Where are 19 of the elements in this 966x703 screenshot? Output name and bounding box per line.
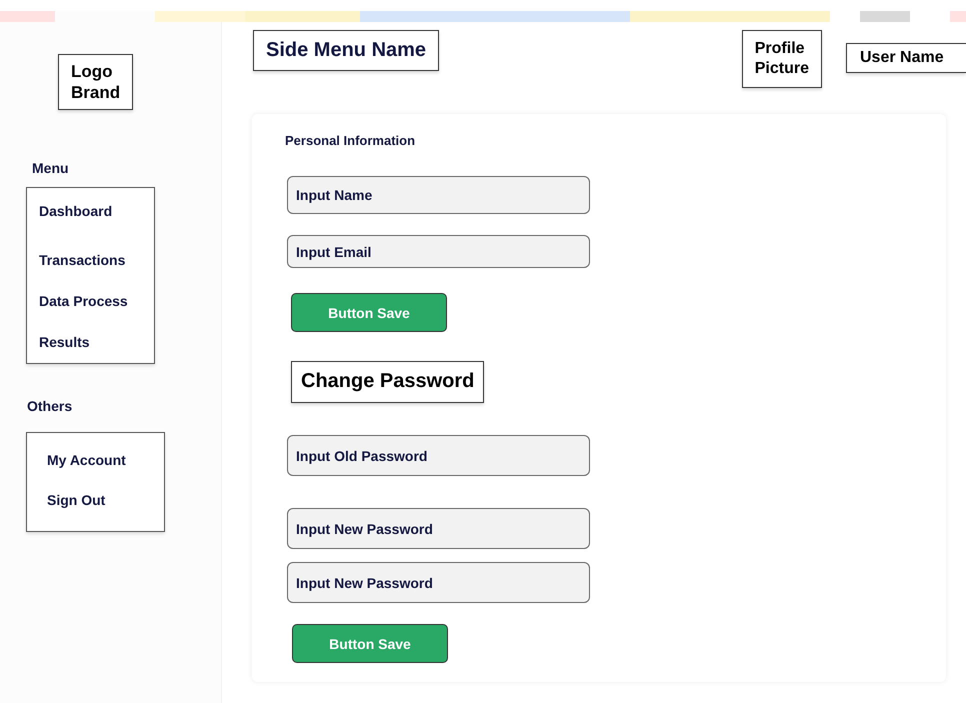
input-field[interactable]: Input Name (287, 176, 590, 214)
page-title: Side Menu Name (253, 30, 440, 71)
menu-item[interactable]: Results (39, 333, 90, 351)
menu-item[interactable]: Sign Out (47, 491, 106, 509)
section-title: Change Password (291, 361, 484, 403)
menu-item[interactable]: My Account (47, 451, 126, 469)
menu-item[interactable]: Data Process (39, 292, 128, 310)
input-field[interactable]: Input New Password (287, 508, 590, 549)
section-title: Personal Information (285, 133, 416, 148)
user-name: User Name (846, 43, 966, 73)
section-label: Menu (32, 160, 69, 176)
section-label: Others (27, 398, 72, 414)
input-field[interactable]: Input Old Password (287, 435, 590, 476)
profile-picture-label: Profile Picture (754, 40, 809, 77)
logo-label: Logo Brand (71, 62, 120, 102)
input-field[interactable]: Input New Password (287, 562, 590, 603)
menu-item[interactable]: Dashboard (39, 202, 112, 220)
menu-item[interactable]: Transactions (39, 251, 126, 269)
input-field[interactable]: Input Email (287, 235, 590, 268)
